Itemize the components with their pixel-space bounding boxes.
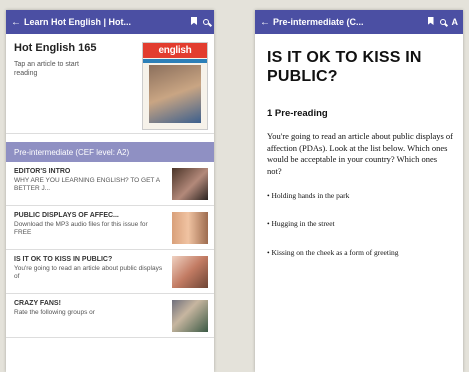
issue-title: Hot English 165 <box>14 42 97 54</box>
back-arrow-icon[interactable]: ← <box>11 17 21 28</box>
issue-header[interactable]: Hot English 165 Tap an article to start … <box>6 34 214 134</box>
bookmark-icon[interactable] <box>191 17 197 27</box>
app-bar: ← Learn Hot English | Hot... <box>6 10 214 34</box>
back-arrow-icon[interactable]: ← <box>260 17 270 28</box>
article-description: You're going to read an article about pu… <box>14 265 163 281</box>
article-title: IS IT OK TO KISS IN PUBLIC? <box>14 256 113 263</box>
article-thumbnail <box>172 168 208 200</box>
font-size-icon[interactable]: A <box>452 17 459 27</box>
app-bar: ← Pre-intermediate (C... A <box>255 10 463 34</box>
article-thumbnail <box>172 256 208 288</box>
article-title: PUBLIC DISPLAYS OF AFFEC... <box>14 212 119 219</box>
article-description: WHY ARE YOU LEARNING ENGLISH? TO GET A B… <box>14 177 160 193</box>
search-icon[interactable] <box>439 17 446 27</box>
cover-masthead: english <box>143 43 207 58</box>
article-content: IS IT OK TO KISS IN PUBLIC? 1 Pre-readin… <box>255 34 463 258</box>
article-reader-screen: ← Pre-intermediate (C... A IS IT OK TO K… <box>255 10 463 372</box>
level-section-header: Pre-intermediate (CEF level: A2) <box>6 142 214 162</box>
article-list-item[interactable]: IS IT OK TO KISS IN PUBLIC? You're going… <box>6 250 214 294</box>
article-title: CRAZY FANS! <box>14 300 61 307</box>
article-thumbnail <box>172 300 208 332</box>
article-description: Download the MP3 audio files for this is… <box>14 221 148 237</box>
article-description: Rate the following groups or <box>14 309 95 316</box>
issue-list-screen: ← Learn Hot English | Hot... Hot English… <box>6 10 214 372</box>
list-item: • Hugging in the street <box>267 219 335 229</box>
article-thumbnail <box>172 212 208 244</box>
list-item: • Holding hands in the park <box>267 191 350 201</box>
article-list-item[interactable]: CRAZY FANS! Rate the following groups or <box>6 294 214 338</box>
article-list-item[interactable]: PUBLIC DISPLAYS OF AFFEC... Download the… <box>6 206 214 250</box>
bookmark-icon[interactable] <box>427 17 434 27</box>
article-body: You're going to read an article about pu… <box>267 131 453 176</box>
article-title: EDITOR'S INTRO <box>14 168 71 175</box>
issue-subtitle: Tap an article to start reading <box>14 61 79 78</box>
app-bar-title: Pre-intermediate (C... <box>273 17 364 27</box>
article-list-item[interactable]: EDITOR'S INTRO WHY ARE YOU LEARNING ENGL… <box>6 162 214 206</box>
search-icon[interactable] <box>203 17 209 27</box>
app-bar-title: Learn Hot English | Hot... <box>24 17 132 27</box>
issue-cover-image[interactable]: english <box>142 42 208 130</box>
article-heading: IS IT OK TO KISS IN PUBLIC? <box>267 49 422 86</box>
list-item: • Kissing on the cheek as a form of gree… <box>267 247 399 257</box>
section-title: 1 Pre-reading <box>267 108 328 120</box>
